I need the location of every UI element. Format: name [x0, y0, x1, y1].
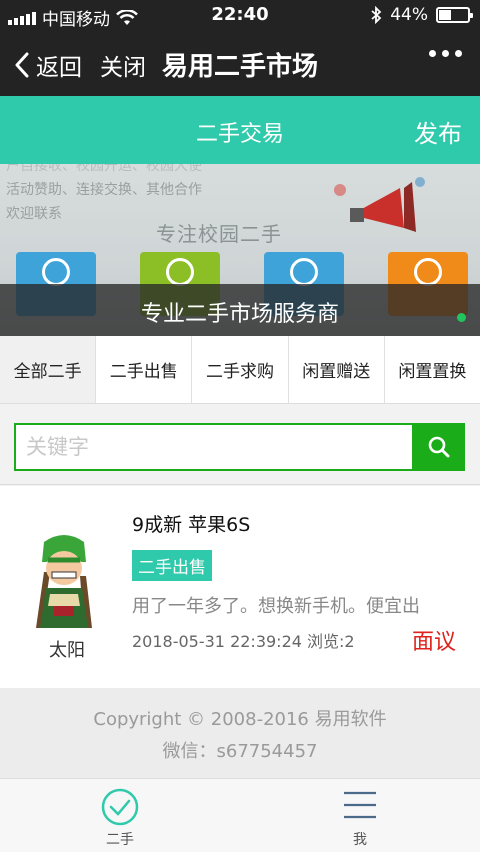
back-label: 返回 [36, 55, 82, 81]
nav-bar: 返回 关闭 易用二手市场 [0, 30, 480, 96]
bottom-tab-bar: 二手 我 [0, 778, 480, 852]
more-dot-icon [455, 50, 462, 57]
app-header: 二手交易 发布 [0, 96, 480, 164]
tab-all[interactable]: 全部二手 [0, 336, 96, 403]
item-description: 用了一年多了。想换新手机。便宜出 [132, 596, 420, 617]
more-dot-icon [429, 50, 436, 57]
check-circle-icon [101, 788, 139, 826]
banner-carousel[interactable]: 户自接收、校园开运、校园大使 活动赞助、连接交换、其他合作 欢迎联系 专注校园二… [0, 164, 480, 336]
item-title: 9成新 苹果6S [132, 514, 251, 536]
tabbar-item-secondhand[interactable]: 二手 [0, 779, 240, 852]
bluetooth-icon [371, 6, 382, 24]
tab-sell[interactable]: 二手出售 [95, 336, 191, 403]
item-price: 面议 [411, 630, 456, 655]
tab-giveaway[interactable]: 闲置赠送 [287, 336, 384, 403]
close-button[interactable]: 关闭 [100, 48, 146, 82]
list-item[interactable]: 太阳 9成新 苹果6S 二手出售 用了一年多了。想换新手机。便宜出 2018-0… [0, 486, 480, 688]
banner-faded-text: 活动赞助、连接交换、其他合作 [6, 182, 202, 198]
wechat-text: 微信：s67754457 [162, 741, 318, 762]
search-button[interactable] [413, 423, 465, 471]
back-button[interactable]: 返回 [14, 48, 82, 82]
battery-percent: 44% [390, 5, 428, 25]
tile-icon [414, 258, 442, 286]
tile-icon [166, 258, 194, 286]
search-icon [428, 436, 450, 458]
publish-button[interactable]: 发布 [414, 114, 462, 149]
battery-icon [436, 7, 473, 23]
copyright-text: Copyright © 2008-2016 易用软件 [93, 709, 387, 730]
search-bar [0, 405, 480, 485]
carousel-indicator-dot[interactable] [457, 313, 466, 322]
more-button[interactable] [429, 50, 462, 57]
banner-subtitle: 专注校园二手 [156, 222, 282, 246]
banner-faded-text: 户自接收、校园开运、校园大使 [6, 164, 202, 174]
banner-caption-bar: 专业二手市场服务商 [0, 284, 480, 336]
chevron-left-icon [15, 52, 29, 78]
seller-name: 太阳 [49, 640, 85, 661]
copyright-footer: Copyright © 2008-2016 易用软件 微信：s67754457 [0, 688, 480, 778]
banner-caption: 专业二手市场服务商 [140, 302, 339, 327]
app-header-title: 二手交易 [195, 122, 284, 147]
item-meta: 2018-05-31 22:39:24 浏览:2 [132, 632, 355, 651]
tab-swap[interactable]: 闲置置换 [383, 336, 480, 403]
tabbar-label: 二手 [106, 832, 134, 848]
megaphone-icon [334, 177, 425, 232]
more-dot-icon [442, 50, 449, 57]
avatar [36, 535, 92, 628]
tile-icon [42, 258, 70, 286]
tile-icon [290, 258, 318, 286]
item-category-badge: 二手出售 [132, 550, 212, 581]
status-bar: 中国移动 22:40 44% [0, 0, 480, 30]
banner-faded-text: 欢迎联系 [6, 206, 62, 222]
battery-fill [439, 10, 452, 20]
search-input[interactable] [16, 425, 412, 469]
tabbar-item-me[interactable]: 我 [240, 779, 480, 852]
tab-buy[interactable]: 二手求购 [191, 336, 287, 403]
tabbar-label: 我 [353, 832, 367, 848]
search-box [14, 423, 414, 471]
status-right: 44% [370, 5, 473, 25]
menu-icon [344, 791, 376, 819]
category-tabs: 全部二手 二手出售 二手求购 闲置赠送 闲置置换 [0, 336, 480, 404]
